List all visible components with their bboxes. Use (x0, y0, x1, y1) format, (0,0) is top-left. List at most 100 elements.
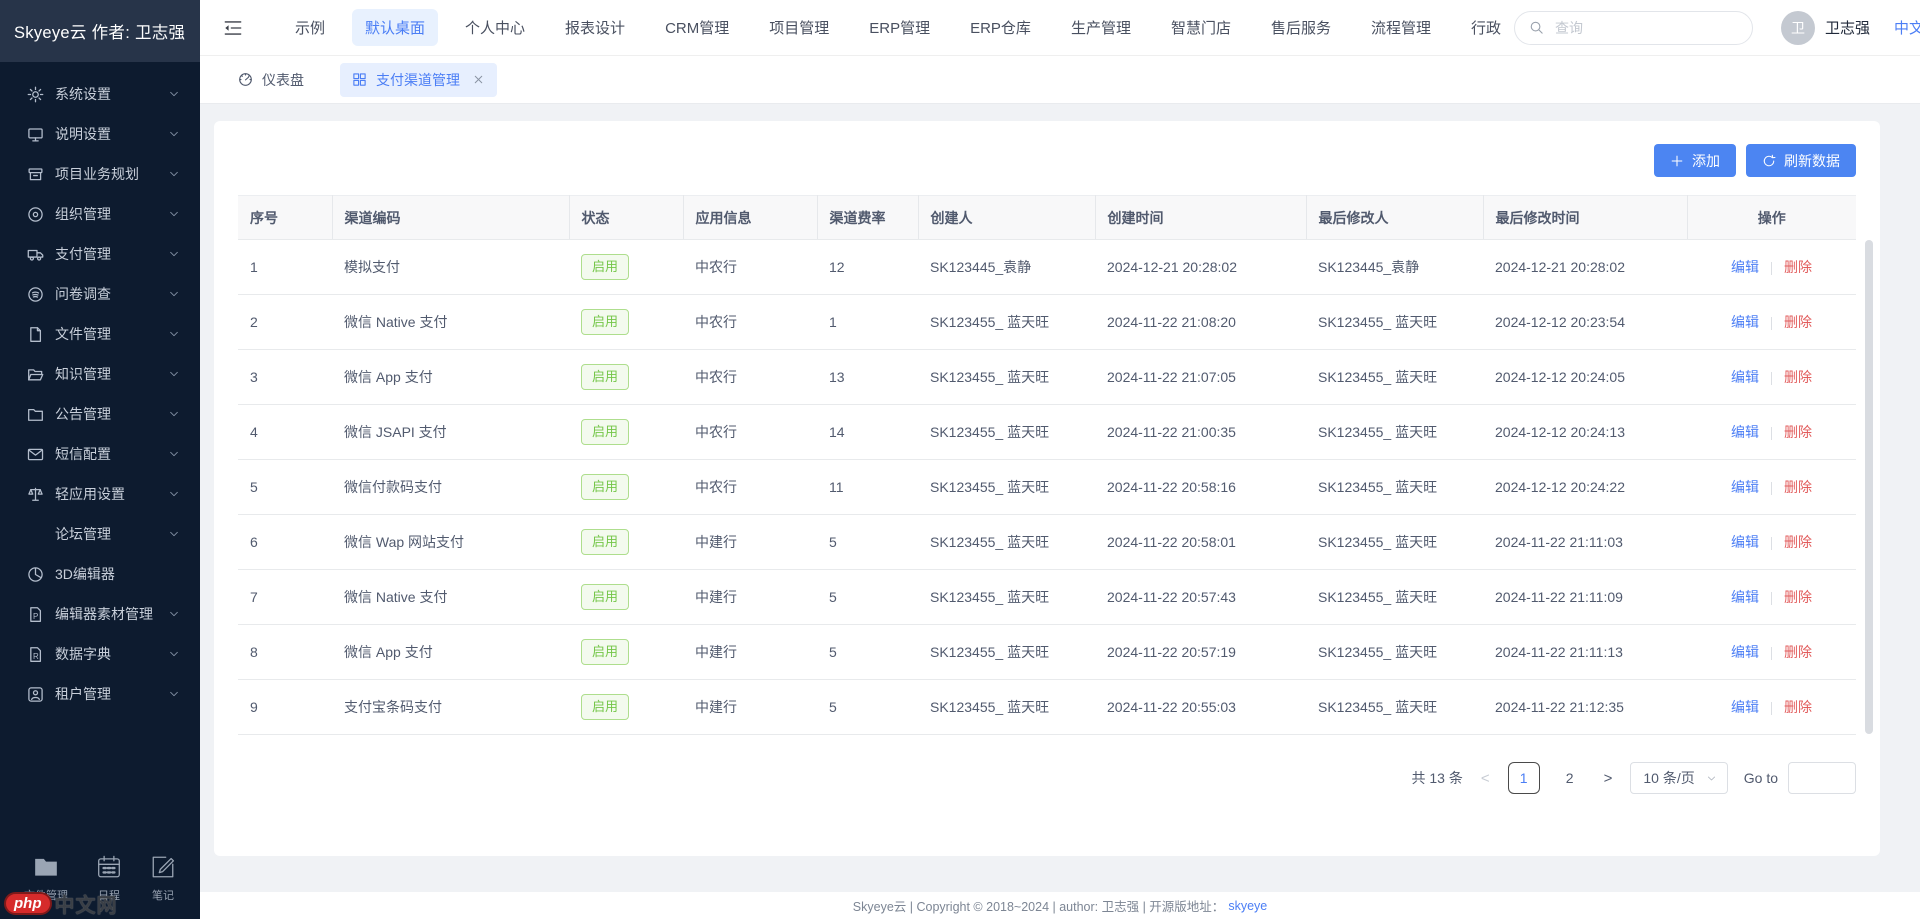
app-logo: Skyeye云 作者: 卫志强 (0, 0, 200, 62)
sidebar-item[interactable]: 支付管理 (0, 234, 200, 274)
sidebar-item[interactable]: 知识管理 (0, 354, 200, 394)
sidebar-item[interactable]: 公告管理 (0, 394, 200, 434)
nav-item[interactable]: 项目管理 (756, 9, 842, 46)
close-icon[interactable] (472, 73, 485, 86)
table-row: 4 微信 JSAPI 支付 启用 中农行 14 SK123455_ 蓝天旺 20… (238, 405, 1856, 460)
sidebar-item[interactable]: R 数据字典 (0, 634, 200, 674)
svg-text:P: P (33, 611, 38, 620)
sidebar-item-label: 知识管理 (55, 364, 168, 384)
search-input[interactable] (1553, 19, 1738, 37)
tab-label: 仪表盘 (262, 70, 304, 90)
sidebar-item[interactable]: 说明设置 (0, 114, 200, 154)
nav-item[interactable]: 售后服务 (1258, 9, 1344, 46)
nav-item[interactable]: ERP仓库 (957, 9, 1044, 46)
sidebar-item[interactable]: 文件管理 (0, 314, 200, 354)
scale-icon (27, 486, 44, 503)
footer-link[interactable]: skyeye (1228, 899, 1267, 913)
avatar[interactable]: 卫 (1781, 11, 1815, 45)
nav-item[interactable]: 报表设计 (552, 9, 638, 46)
refresh-button-label: 刷新数据 (1784, 151, 1840, 171)
cell-rate: 5 (817, 515, 918, 570)
sidebar-item-label: 文件管理 (55, 324, 168, 344)
footer-text: Skyeye云 | Copyright © 2018~2024 | author… (853, 896, 1225, 915)
nav-item[interactable]: 默认桌面 (352, 9, 438, 46)
prev-page-button[interactable]: < (1479, 770, 1492, 787)
delete-link[interactable]: 删除 (1784, 534, 1812, 550)
chevron-down-icon (1706, 773, 1717, 784)
page-size-select[interactable]: 10 条/页 (1630, 762, 1727, 794)
add-button[interactable]: 添加 (1654, 144, 1736, 177)
sidebar-item[interactable]: 组织管理 (0, 194, 200, 234)
edit-link[interactable]: 编辑 (1731, 699, 1759, 715)
sidebar-item[interactable]: P 编辑器素材管理 (0, 594, 200, 634)
delete-link[interactable]: 删除 (1784, 424, 1812, 440)
edit-link[interactable]: 编辑 (1731, 479, 1759, 495)
nav-item[interactable]: 个人中心 (452, 9, 538, 46)
next-page-button[interactable]: > (1602, 770, 1615, 787)
sidebar-item[interactable]: 项目业务规划 (0, 154, 200, 194)
refresh-button[interactable]: 刷新数据 (1746, 144, 1856, 177)
sidebar-item[interactable]: 3D编辑器 (0, 554, 200, 594)
cell-created-time: 2024-11-22 20:58:01 (1095, 515, 1306, 570)
delete-link[interactable]: 删除 (1784, 589, 1812, 605)
sidebar-collapse-icon[interactable] (222, 17, 244, 39)
nav-item[interactable]: 示例 (282, 9, 338, 46)
page-button[interactable]: 2 (1554, 762, 1586, 794)
cell-creator: SK123455_ 蓝天旺 (918, 350, 1095, 405)
watermark-text: 中文网 (55, 889, 118, 918)
nav-item[interactable]: 流程管理 (1358, 9, 1444, 46)
edit-link[interactable]: 编辑 (1731, 534, 1759, 550)
language-switcher[interactable]: 中文 (1894, 17, 1920, 38)
sidebar-item[interactable]: 短信配置 (0, 434, 200, 474)
cell-actions: 编辑 删除 (1687, 240, 1856, 295)
tab[interactable]: 仪表盘 (226, 63, 316, 97)
sidebar-item[interactable]: 系统设置 (0, 74, 200, 114)
chevron-down-icon (168, 208, 180, 220)
tab-label: 支付渠道管理 (376, 70, 460, 90)
nav-item[interactable]: CRM管理 (652, 9, 742, 46)
cell-created-time: 2024-12-21 20:28:02 (1095, 240, 1306, 295)
cell-index: 1 (238, 240, 332, 295)
cell-created-time: 2024-11-22 20:57:43 (1095, 570, 1306, 625)
cell-app-info: 中农行 (683, 295, 817, 350)
edit-link[interactable]: 编辑 (1731, 424, 1759, 440)
page-button[interactable]: 1 (1508, 762, 1540, 794)
cell-rate: 5 (817, 680, 918, 735)
edit-link[interactable]: 编辑 (1731, 259, 1759, 275)
delete-link[interactable]: 删除 (1784, 369, 1812, 385)
edit-link[interactable]: 编辑 (1731, 644, 1759, 660)
truck-icon (27, 246, 44, 263)
cell-app-info: 中农行 (683, 350, 817, 405)
column-header: 最后修改时间 (1483, 196, 1687, 240)
sidebar-item-label: 支付管理 (55, 244, 168, 264)
scrollbar-thumb[interactable] (1865, 240, 1873, 734)
note-icon (150, 854, 176, 880)
sidebar-item[interactable]: 问卷调查 (0, 274, 200, 314)
delete-link[interactable]: 删除 (1784, 259, 1812, 275)
plus-icon (1670, 154, 1684, 168)
edit-link[interactable]: 编辑 (1731, 314, 1759, 330)
goto-page-input[interactable] (1788, 762, 1856, 794)
sidebar-item[interactable]: 论坛管理 (0, 514, 200, 554)
sidebar-item-label: 轻应用设置 (55, 484, 168, 504)
main-column: 示例默认桌面个人中心报表设计 CRM管理项目管理 ERP管理 ERP仓库生产管理智慧门… (200, 0, 1920, 919)
app-root: Skyeye云 作者: 卫志强 系统设置 说明设置 项目业务规划 组织管理 支付… (0, 0, 1920, 919)
edit-link[interactable]: 编辑 (1731, 369, 1759, 385)
nav-item[interactable]: 生产管理 (1058, 9, 1144, 46)
delete-link[interactable]: 删除 (1784, 699, 1812, 715)
cell-actions: 编辑 删除 (1687, 515, 1856, 570)
tab[interactable]: 支付渠道管理 (340, 63, 497, 97)
delete-link[interactable]: 删除 (1784, 479, 1812, 495)
dock-item[interactable]: 笔记 (150, 854, 176, 903)
chevron-down-icon (168, 448, 180, 460)
nav-item[interactable]: 智慧门店 (1158, 9, 1244, 46)
edit-link[interactable]: 编辑 (1731, 589, 1759, 605)
nav-item[interactable]: ERP管理 (856, 9, 943, 46)
nav-item[interactable]: 行政 (1458, 9, 1514, 46)
tab-bar: 仪表盘 支付渠道管理 (200, 56, 1920, 104)
delete-link[interactable]: 删除 (1784, 644, 1812, 660)
sidebar-item[interactable]: 租户管理 (0, 674, 200, 714)
delete-link[interactable]: 删除 (1784, 314, 1812, 330)
sidebar-item[interactable]: 轻应用设置 (0, 474, 200, 514)
top-navbar: 示例默认桌面个人中心报表设计 CRM管理项目管理 ERP管理 ERP仓库生产管理智慧门… (200, 0, 1920, 56)
